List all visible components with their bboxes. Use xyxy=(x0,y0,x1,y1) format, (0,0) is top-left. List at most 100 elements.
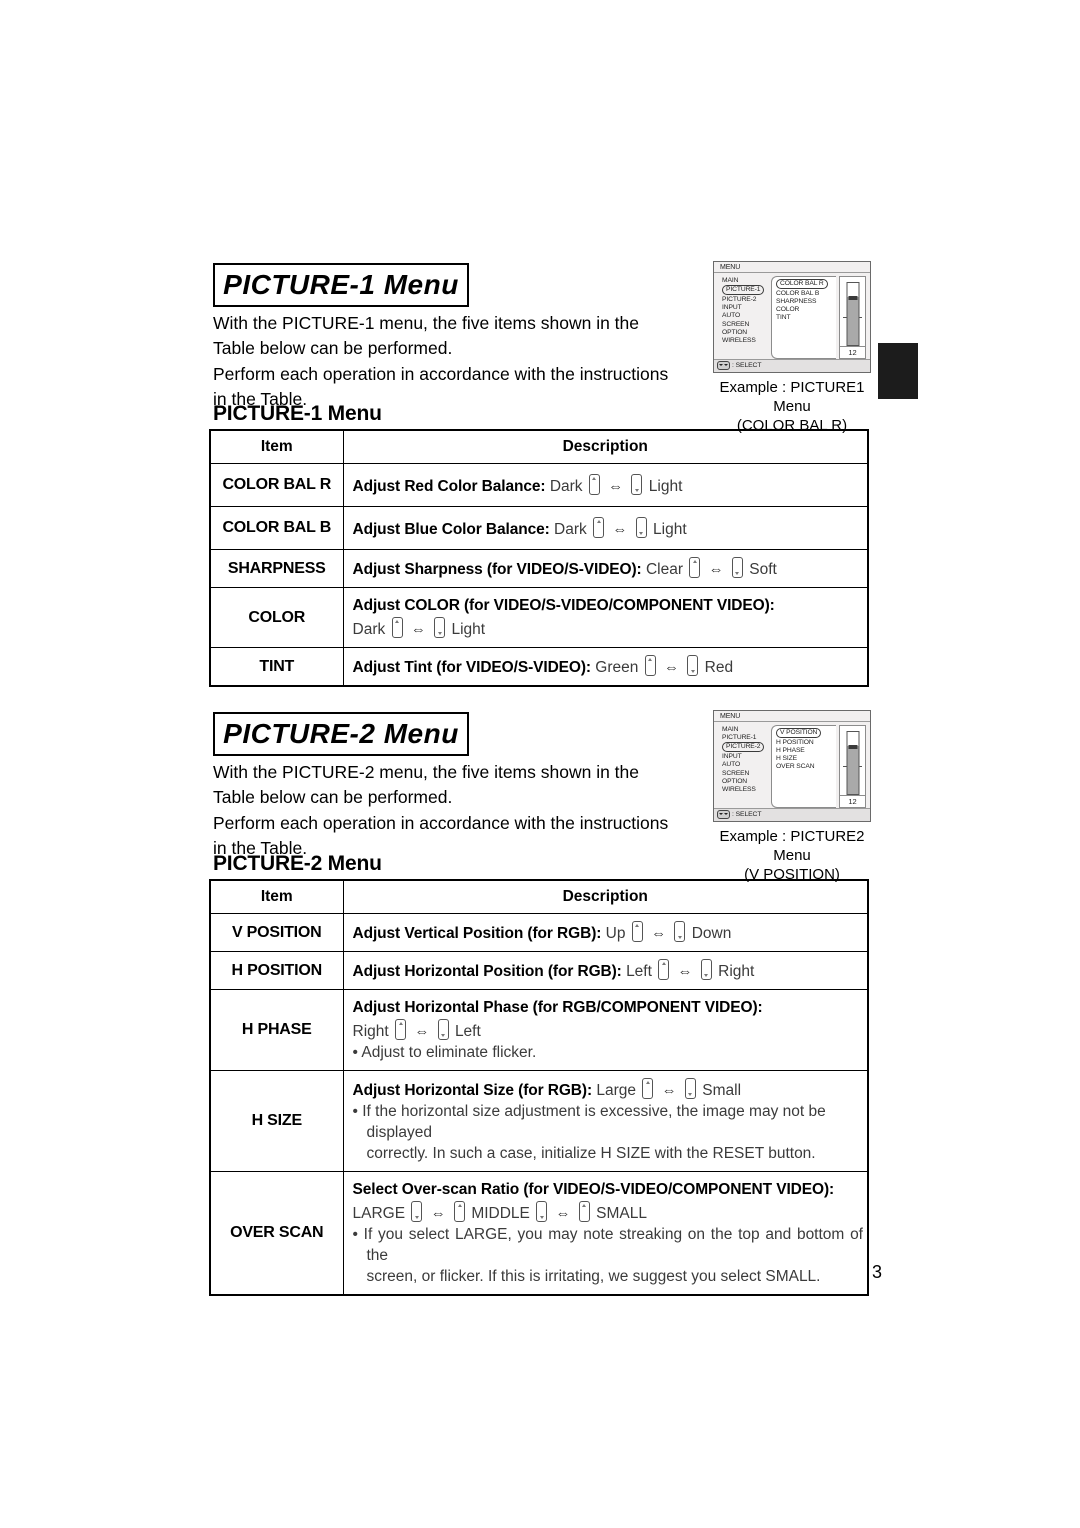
updown-key-icon xyxy=(717,361,730,370)
row-desc-bold: Adjust Horizontal Phase (for RGB/COMPONE… xyxy=(352,999,763,1016)
overscan-option-middle: MIDDLE xyxy=(471,1205,530,1222)
osd-menu-item: INPUT xyxy=(718,753,770,761)
row-desc-range: Right ⇔ Left xyxy=(353,1019,864,1042)
osd-submenu-item: SHARPNESS xyxy=(776,297,836,305)
thumb-index-tab xyxy=(878,343,918,399)
osd-menu-item-label: SCREEN xyxy=(722,769,750,777)
row-desc-bold: Adjust Vertical Position (for RGB): xyxy=(352,925,602,942)
row-desc-options: LARGE ⇔ MIDDLE ⇔ SMALL xyxy=(353,1201,864,1224)
table-heading-text: PICTURE-2 Menu xyxy=(213,852,382,875)
picture1-menu-table: Item Description COLOR BAL R Adjust Red … xyxy=(209,429,869,687)
row-item-label: SHARPNESS xyxy=(209,549,344,588)
row-item-label: H POSITION xyxy=(209,951,344,990)
row-note: • If the horizontal size adjustment is e… xyxy=(352,1103,826,1141)
osd-body: MAIN PICTURE-1 PICTURE-2 INPUT AUTO SCRE… xyxy=(714,722,870,808)
table-row: COLOR BAL B Adjust Blue Color Balance: D… xyxy=(209,506,869,550)
row-desc-bold: Adjust Sharpness (for VIDEO/S-VIDEO): xyxy=(352,561,642,578)
osd-slider-area: 12 xyxy=(839,276,866,359)
overscan-option-small: SMALL xyxy=(596,1205,647,1222)
osd-caption: Example : PICTURE1 Menu (COLOR BAL R) xyxy=(713,378,871,435)
osd-submenu-item-label: COLOR xyxy=(776,306,800,314)
osd-menu-item: MAIN xyxy=(718,276,770,284)
slider-thumb[interactable] xyxy=(848,745,857,750)
left-right-arrow-icon: ⇔ xyxy=(661,1082,677,1099)
osd-caption-line-2: (V POSITION) xyxy=(744,865,840,883)
osd-submenu-item-label: SHARPNESS xyxy=(776,297,817,305)
row-desc-bold: Adjust Tint (for VIDEO/S-VIDEO): xyxy=(352,659,592,676)
table-row: H POSITION Adjust Horizontal Position (f… xyxy=(209,951,869,990)
row-desc-bold: Adjust Horizontal Size (for RGB): xyxy=(352,1082,593,1099)
row-desc-right: Light xyxy=(648,477,683,495)
osd-menu-item-label: PICTURE-2 xyxy=(722,295,757,303)
osd-menu-item: OPTION xyxy=(718,777,770,785)
osd-slider[interactable] xyxy=(846,731,859,795)
left-right-arrow-icon: ⇔ xyxy=(651,925,667,942)
osd-caption-line-2: (COLOR BAL R) xyxy=(736,416,848,434)
osd-menu-item-selected: PICTURE-2 xyxy=(718,741,770,752)
row-desc-left: Dark xyxy=(549,477,583,495)
row-desc-right: Down xyxy=(691,925,732,942)
table-heading-picture1: PICTURE-1 Menu xyxy=(213,402,382,426)
osd-submenu-item-selected: V POSITION xyxy=(776,727,836,738)
table-row: OVER SCAN Select Over-scan Ratio (for VI… xyxy=(209,1171,869,1296)
updown-key-icon xyxy=(717,810,730,819)
row-desc-bold: Adjust COLOR (for VIDEO/S-VIDEO/COMPONEN… xyxy=(352,597,775,614)
remote-up-key-icon xyxy=(644,655,656,676)
osd-illustration-picture1: MENU MAIN PICTURE-1 PICTURE-2 INPUT AUTO… xyxy=(713,261,871,435)
row-desc-bold: Select Over-scan Ratio (for VIDEO/S-VIDE… xyxy=(352,1181,835,1198)
table-header-row: Item Description xyxy=(209,879,869,914)
osd-panel: MENU MAIN PICTURE-1 PICTURE-2 INPUT AUTO… xyxy=(713,261,871,373)
osd-title: MENU xyxy=(714,711,870,722)
row-note: • If you select LARGE, you may note stre… xyxy=(352,1226,864,1264)
row-item-label: COLOR BAL B xyxy=(209,506,344,550)
remote-down-key-icon xyxy=(687,655,699,676)
section-intro-paragraph-1: With the PICTURE-2 menu, the five items … xyxy=(213,760,683,810)
osd-title: MENU xyxy=(714,262,870,273)
osd-main-menu-column: MAIN PICTURE-1 PICTURE-2 INPUT AUTO SCRE… xyxy=(718,725,770,808)
osd-slider[interactable] xyxy=(846,282,859,346)
osd-submenu-item-label: H POSITION xyxy=(776,738,814,746)
osd-menu-item-label: INPUT xyxy=(722,753,742,761)
remote-up-key-icon xyxy=(689,557,701,578)
osd-menu-item-label: SCREEN xyxy=(722,320,750,328)
intro-line-1: With the PICTURE-2 menu, the five items … xyxy=(213,762,639,807)
row-item-label: OVER SCAN xyxy=(209,1171,344,1296)
section-banner-picture1: PICTURE-1 Menu xyxy=(213,263,469,307)
overscan-option-large: LARGE xyxy=(352,1205,406,1222)
osd-submenu-item: H SIZE xyxy=(776,755,836,763)
osd-footer: : SELECT xyxy=(714,808,870,821)
remote-up-key-icon xyxy=(593,516,605,538)
osd-menu-item-label: MAIN xyxy=(722,276,739,284)
left-right-arrow-icon: ⇔ xyxy=(430,1205,446,1222)
osd-menu-item: PICTURE-2 xyxy=(718,295,770,303)
remote-up-key-icon xyxy=(391,617,403,638)
row-desc-right: Right xyxy=(718,963,755,980)
osd-menu-item-label: AUTO xyxy=(722,312,741,320)
osd-menu-item-label: WIRELESS xyxy=(722,785,756,793)
row-description: Adjust Horizontal Position (for RGB): Le… xyxy=(342,951,869,990)
row-desc-range: Dark ⇔ Light xyxy=(353,617,864,640)
remote-up-key-icon xyxy=(578,1201,590,1222)
osd-caption: Example : PICTURE2 Menu (V POSITION) xyxy=(713,827,871,884)
row-desc-left: Green xyxy=(595,659,639,676)
osd-submenu-item-label: H SIZE xyxy=(776,755,797,763)
row-description: Adjust Horizontal Phase (for RGB/COMPONE… xyxy=(342,989,869,1071)
osd-main-menu-column: MAIN PICTURE-1 PICTURE-2 INPUT AUTO SCRE… xyxy=(718,276,770,359)
slider-thumb[interactable] xyxy=(848,296,857,301)
row-note-continued: correctly. In such a case, initialize H … xyxy=(366,1145,816,1162)
osd-submenu-item-label: OVER SCAN xyxy=(776,763,815,771)
osd-footer-label: : SELECT xyxy=(732,362,762,369)
table-row: H SIZE Adjust Horizontal Size (for RGB):… xyxy=(209,1070,869,1172)
header-description: Description xyxy=(342,879,869,914)
row-item-label: COLOR xyxy=(209,587,344,648)
osd-menu-item-label: MAIN xyxy=(722,725,739,733)
remote-up-key-icon xyxy=(658,959,670,980)
row-desc-left: Dark xyxy=(554,520,587,538)
osd-submenu-item-label: COLOR BAL B xyxy=(776,289,820,297)
left-right-arrow-icon: ⇔ xyxy=(677,963,693,980)
osd-submenu-item: COLOR xyxy=(776,306,836,314)
left-right-arrow-icon: ⇔ xyxy=(414,1023,430,1040)
picture2-menu-table: Item Description V POSITION Adjust Verti… xyxy=(209,879,869,1296)
osd-submenu-item: H POSITION xyxy=(776,738,836,746)
osd-submenu-item: TINT xyxy=(776,314,836,322)
